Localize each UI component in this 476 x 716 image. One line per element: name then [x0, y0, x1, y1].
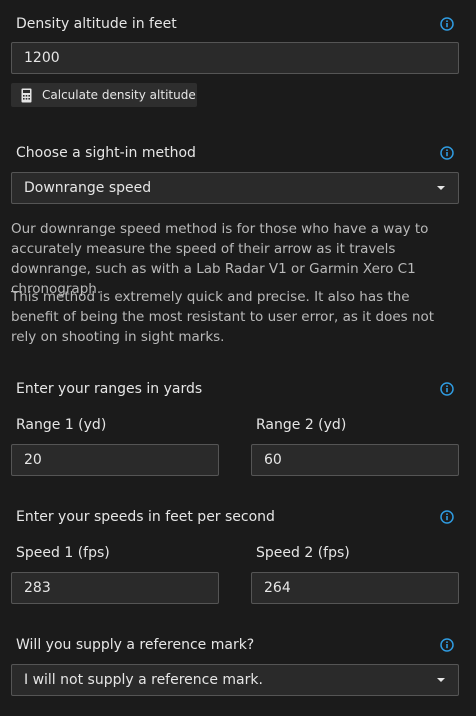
density-altitude-input[interactable]: [11, 42, 459, 74]
range-2-label: Range 2 (yd): [256, 417, 347, 433]
calculate-button-label: Calculate density altitude: [42, 88, 196, 102]
sight-method-label: Choose a sight-in method: [16, 145, 196, 161]
speed-2-input[interactable]: [251, 572, 459, 604]
info-icon[interactable]: [440, 382, 454, 396]
caret-down-icon: [437, 186, 445, 190]
info-icon[interactable]: [440, 17, 454, 31]
speeds-label: Enter your speeds in feet per second: [16, 509, 275, 525]
calculate-density-altitude-button[interactable]: Calculate density altitude: [11, 83, 197, 107]
sight-method-selected: Downrange speed: [24, 180, 152, 196]
reference-mark-label: Will you supply a reference mark?: [16, 637, 255, 653]
info-icon[interactable]: [440, 638, 454, 652]
sight-method-select[interactable]: Downrange speed: [11, 172, 459, 204]
density-altitude-label: Density altitude in feet: [16, 16, 177, 32]
ranges-label: Enter your ranges in yards: [16, 381, 203, 397]
sight-method-benefit-text: This method is extremely quick and preci…: [11, 289, 435, 345]
caret-down-icon: [437, 678, 445, 682]
speed-1-label: Speed 1 (fps): [16, 545, 110, 561]
info-icon[interactable]: [440, 146, 454, 160]
speed-2-label: Speed 2 (fps): [256, 545, 350, 561]
speed-1-input[interactable]: [11, 572, 219, 604]
range-1-input[interactable]: [11, 444, 219, 476]
range-1-label: Range 1 (yd): [16, 417, 107, 433]
reference-mark-select[interactable]: I will not supply a reference mark.: [11, 664, 459, 696]
calculator-icon: [21, 88, 32, 102]
range-2-input[interactable]: [251, 444, 459, 476]
info-icon[interactable]: [440, 510, 454, 524]
reference-mark-selected: I will not supply a reference mark.: [24, 672, 263, 688]
